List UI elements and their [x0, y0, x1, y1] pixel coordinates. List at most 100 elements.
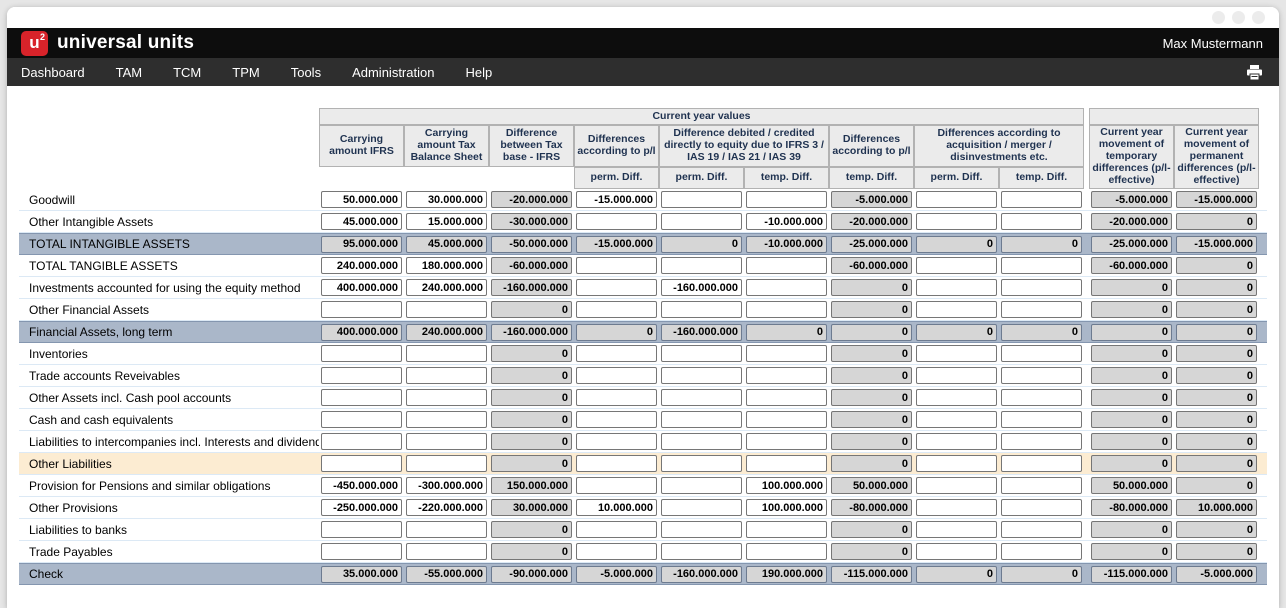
value-input[interactable] — [746, 411, 827, 428]
value-input[interactable] — [746, 279, 827, 296]
value-input[interactable] — [1001, 411, 1082, 428]
value-input[interactable] — [321, 543, 402, 560]
value-input[interactable] — [406, 345, 487, 362]
value-input[interactable] — [321, 411, 402, 428]
value-input[interactable] — [661, 345, 742, 362]
value-input[interactable] — [746, 301, 827, 318]
value-input[interactable] — [321, 455, 402, 472]
value-input[interactable] — [576, 411, 657, 428]
value-input[interactable] — [576, 301, 657, 318]
value-input[interactable] — [321, 433, 402, 450]
value-input[interactable] — [406, 433, 487, 450]
value-input[interactable] — [576, 191, 657, 208]
nav-item-dashboard[interactable]: Dashboard — [21, 65, 85, 80]
value-input[interactable] — [576, 367, 657, 384]
value-input[interactable] — [746, 455, 827, 472]
value-input[interactable] — [576, 279, 657, 296]
value-input[interactable] — [746, 543, 827, 560]
value-input[interactable] — [406, 213, 487, 230]
value-input[interactable] — [1001, 213, 1082, 230]
value-input[interactable] — [916, 213, 997, 230]
value-input[interactable] — [321, 389, 402, 406]
value-input[interactable] — [576, 521, 657, 538]
value-input[interactable] — [746, 389, 827, 406]
value-input[interactable] — [406, 499, 487, 516]
value-input[interactable] — [576, 433, 657, 450]
value-input[interactable] — [746, 213, 827, 230]
value-input[interactable] — [916, 477, 997, 494]
value-input[interactable] — [1001, 257, 1082, 274]
value-input[interactable] — [661, 279, 742, 296]
value-input[interactable] — [746, 345, 827, 362]
value-input[interactable] — [1001, 389, 1082, 406]
value-input[interactable] — [1001, 279, 1082, 296]
value-input[interactable] — [406, 411, 487, 428]
value-input[interactable] — [321, 191, 402, 208]
value-input[interactable] — [661, 477, 742, 494]
value-input[interactable] — [406, 191, 487, 208]
value-input[interactable] — [321, 213, 402, 230]
value-input[interactable] — [406, 477, 487, 494]
value-input[interactable] — [406, 521, 487, 538]
value-input[interactable] — [576, 213, 657, 230]
nav-item-tools[interactable]: Tools — [291, 65, 321, 80]
value-input[interactable] — [406, 367, 487, 384]
value-input[interactable] — [321, 345, 402, 362]
value-input[interactable] — [661, 367, 742, 384]
value-input[interactable] — [576, 455, 657, 472]
value-input[interactable] — [406, 543, 487, 560]
nav-item-tam[interactable]: TAM — [116, 65, 142, 80]
value-input[interactable] — [746, 499, 827, 516]
value-input[interactable] — [1001, 477, 1082, 494]
nav-item-tcm[interactable]: TCM — [173, 65, 201, 80]
value-input[interactable] — [661, 543, 742, 560]
user-name[interactable]: Max Mustermann — [1163, 36, 1263, 51]
value-input[interactable] — [661, 257, 742, 274]
value-input[interactable] — [661, 521, 742, 538]
value-input[interactable] — [916, 257, 997, 274]
value-input[interactable] — [1001, 543, 1082, 560]
value-input[interactable] — [661, 499, 742, 516]
value-input[interactable] — [406, 279, 487, 296]
value-input[interactable] — [916, 499, 997, 516]
value-input[interactable] — [321, 477, 402, 494]
value-input[interactable] — [916, 279, 997, 296]
value-input[interactable] — [321, 499, 402, 516]
value-input[interactable] — [321, 521, 402, 538]
value-input[interactable] — [406, 301, 487, 318]
value-input[interactable] — [746, 367, 827, 384]
value-input[interactable] — [746, 521, 827, 538]
value-input[interactable] — [916, 543, 997, 560]
nav-item-tpm[interactable]: TPM — [232, 65, 259, 80]
value-input[interactable] — [321, 367, 402, 384]
value-input[interactable] — [916, 455, 997, 472]
value-input[interactable] — [746, 433, 827, 450]
value-input[interactable] — [916, 389, 997, 406]
value-input[interactable] — [321, 301, 402, 318]
value-input[interactable] — [1001, 521, 1082, 538]
value-input[interactable] — [661, 191, 742, 208]
value-input[interactable] — [661, 433, 742, 450]
value-input[interactable] — [576, 389, 657, 406]
value-input[interactable] — [746, 477, 827, 494]
print-icon[interactable] — [1246, 65, 1263, 80]
value-input[interactable] — [661, 455, 742, 472]
value-input[interactable] — [916, 433, 997, 450]
value-input[interactable] — [1001, 455, 1082, 472]
nav-item-administration[interactable]: Administration — [352, 65, 434, 80]
value-input[interactable] — [661, 389, 742, 406]
value-input[interactable] — [916, 191, 997, 208]
value-input[interactable] — [916, 367, 997, 384]
value-input[interactable] — [661, 301, 742, 318]
value-input[interactable] — [576, 543, 657, 560]
value-input[interactable] — [916, 301, 997, 318]
value-input[interactable] — [406, 257, 487, 274]
value-input[interactable] — [576, 345, 657, 362]
value-input[interactable] — [321, 257, 402, 274]
value-input[interactable] — [1001, 191, 1082, 208]
nav-item-help[interactable]: Help — [465, 65, 492, 80]
value-input[interactable] — [321, 279, 402, 296]
value-input[interactable] — [1001, 433, 1082, 450]
value-input[interactable] — [576, 477, 657, 494]
value-input[interactable] — [406, 455, 487, 472]
